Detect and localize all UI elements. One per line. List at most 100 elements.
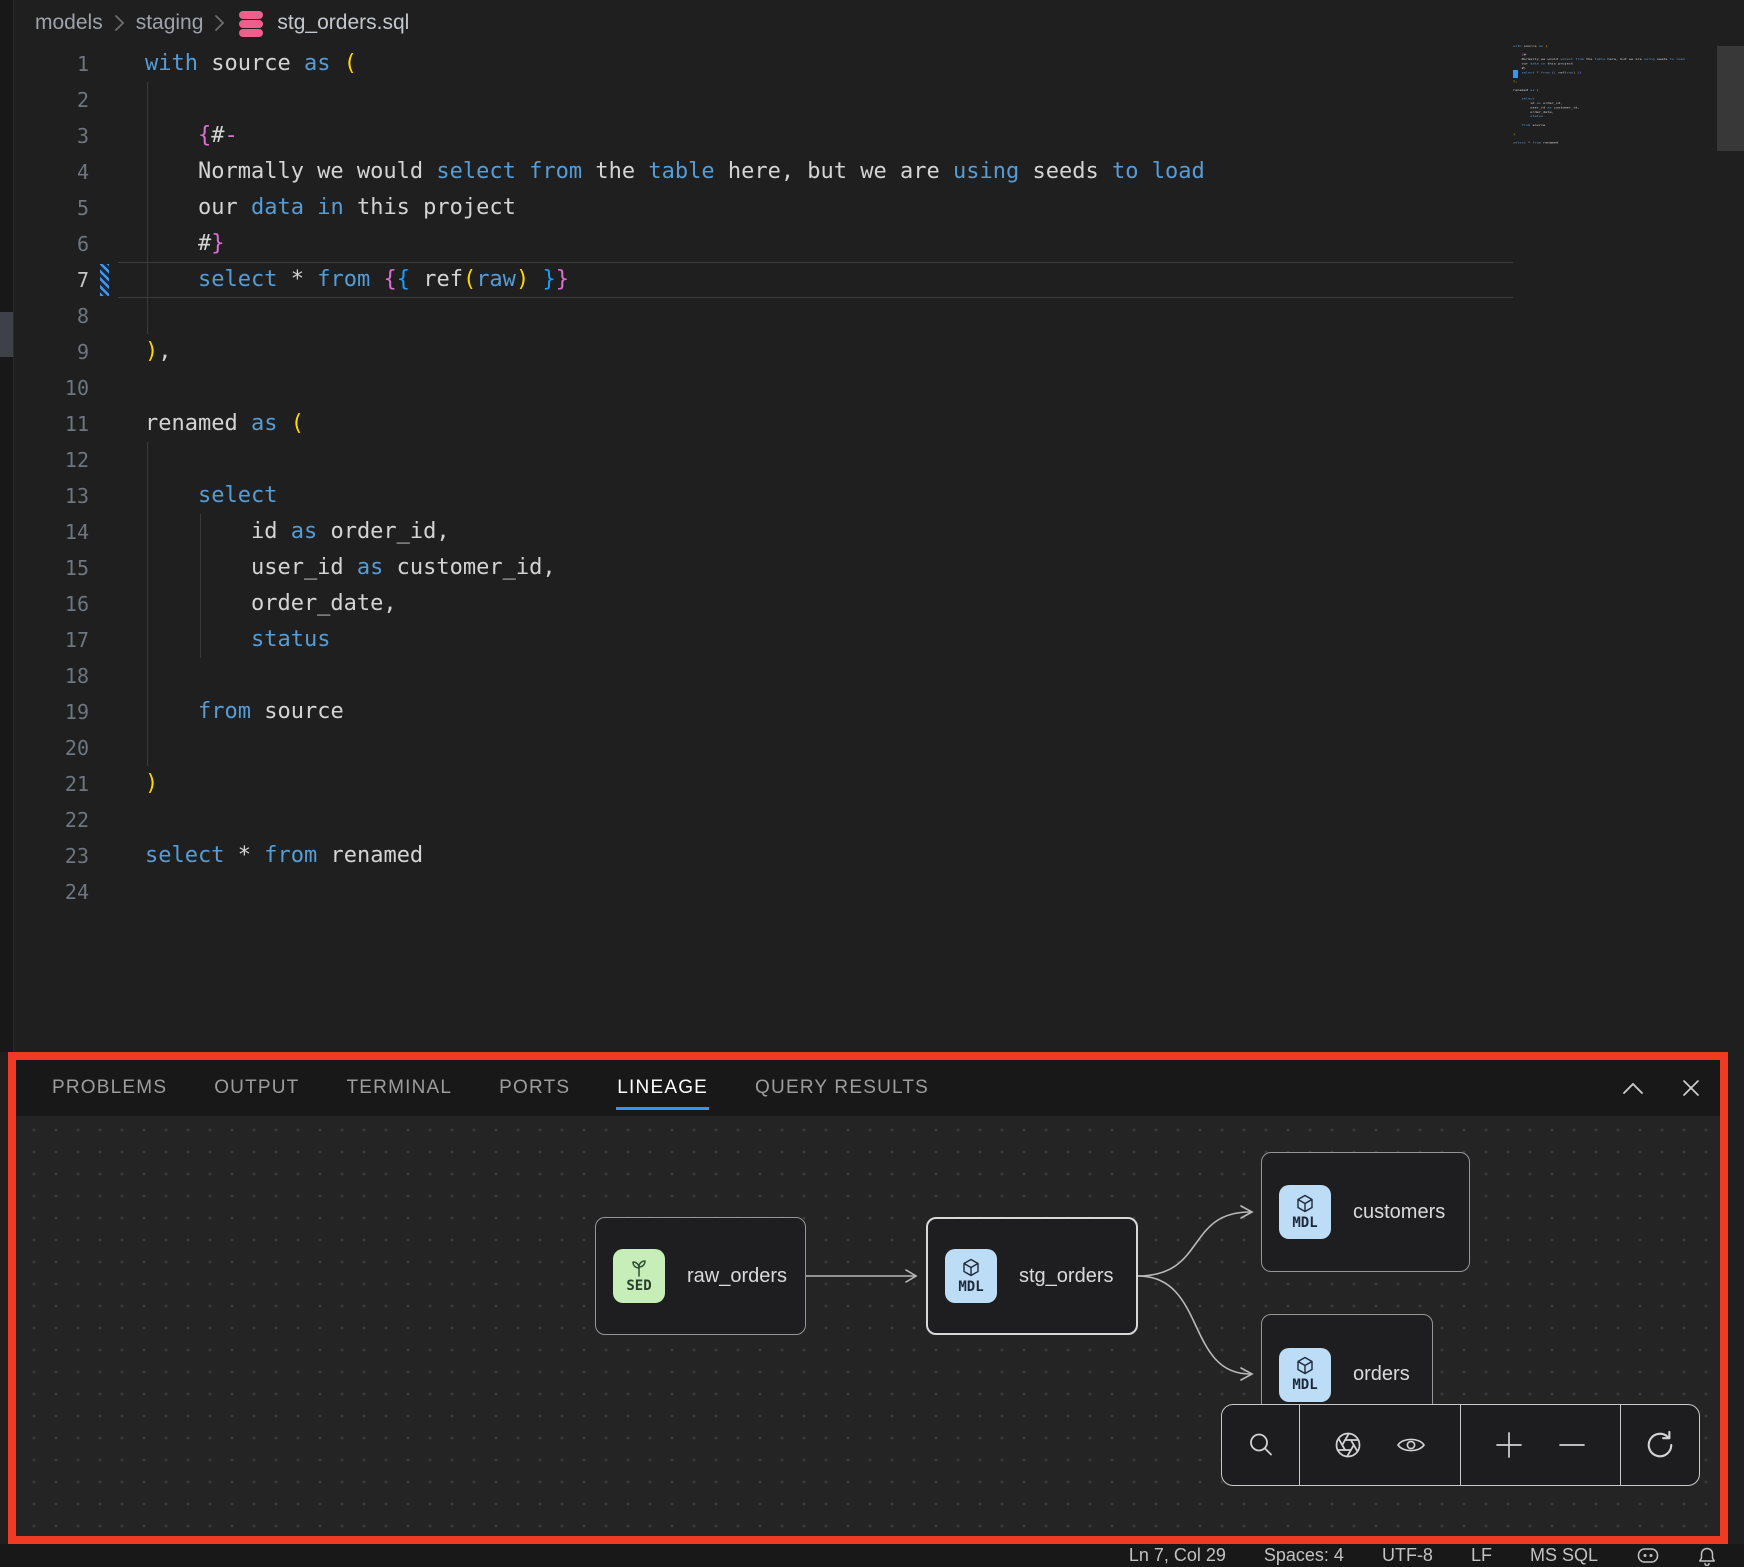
node-label: orders [1353,1363,1410,1386]
code-line[interactable]: 3 {#- [13,118,1744,154]
status-encoding[interactable]: UTF-8 [1382,1545,1433,1566]
modified-line-gutter-marker [100,264,109,296]
breadcrumb-item-file[interactable]: stg_orders.sql [277,11,409,35]
breadcrumb-item-staging[interactable]: staging [136,11,204,35]
lineage-toolbar [1221,1404,1700,1486]
database-file-icon [236,9,266,37]
code-line[interactable]: 4 Normally we would select from the tabl… [13,154,1744,190]
code-line[interactable]: 11renamed as ( [13,406,1744,442]
panel-tab-output[interactable]: OUTPUT [214,1060,299,1116]
model-badge: MDL [1279,1348,1331,1402]
line-number: 9 [13,334,89,370]
code-line[interactable]: 13 select [13,478,1744,514]
lineage-node-customers[interactable]: MDL customers [1261,1152,1470,1272]
toolbar-group [1222,1405,1300,1485]
lineage-node-raw-orders[interactable]: SED raw_orders [595,1217,806,1335]
zoom-out-icon[interactable] [1557,1430,1587,1460]
code-line[interactable]: 1with source as ( [13,46,1744,82]
code-text: ), [89,334,172,370]
status-eol[interactable]: LF [1471,1545,1492,1566]
code-line[interactable]: 9), [13,334,1744,370]
node-label: customers [1353,1201,1445,1224]
code-line[interactable]: 16 order_date, [13,586,1744,622]
panel-actions [1622,1079,1728,1097]
line-number: 14 [13,514,89,550]
maximize-panel-icon[interactable] [1622,1082,1644,1095]
code-line[interactable]: 20 [13,730,1744,766]
bell-icon[interactable] [1698,1546,1716,1566]
line-number: 22 [13,802,89,838]
toolbar-group [1461,1405,1621,1485]
code-line[interactable]: 23select * from renamed [13,838,1744,874]
line-number: 10 [13,370,89,406]
line-number: 21 [13,766,89,802]
code-line[interactable]: 14 id as order_id, [13,514,1744,550]
panel-tabs: PROBLEMS OUTPUT TERMINAL PORTS LINEAGE QUERY … [52,1060,929,1116]
code-line[interactable]: 17 status [13,622,1744,658]
refresh-icon[interactable] [1645,1430,1675,1460]
toolbar-group [1300,1405,1461,1485]
toolbar-group [1621,1405,1699,1485]
panel-tab-problems[interactable]: PROBLEMS [52,1060,167,1116]
status-language-mode[interactable]: MS SQL [1530,1545,1598,1566]
lineage-graph-canvas[interactable]: SED raw_orders MDL stg_orders [16,1116,1728,1536]
badge-label: SED [626,1278,651,1294]
status-cursor-position[interactable]: Ln 7, Col 29 [1129,1545,1226,1566]
node-label: raw_orders [687,1265,787,1288]
code-text: status [89,622,330,658]
code-line[interactable]: 5 our data in this project [13,190,1744,226]
code-text: with source as ( [89,46,357,82]
chevron-right-icon [114,14,125,32]
code-line[interactable]: 7 select * from {{ ref(raw) }} [13,262,1744,298]
code-line[interactable]: 18 [13,658,1744,694]
code-text: ) [89,766,158,802]
line-number: 13 [13,478,89,514]
chevron-right-icon [214,14,225,32]
line-number: 20 [13,730,89,766]
line-number: 6 [13,226,89,262]
copilot-icon[interactable] [1636,1546,1660,1565]
zoom-in-icon[interactable] [1494,1430,1524,1460]
activity-bar-handle[interactable] [0,312,13,357]
panel-tab-terminal[interactable]: TERMINAL [347,1060,453,1116]
search-icon[interactable] [1246,1430,1276,1460]
lineage-node-stg-orders[interactable]: MDL stg_orders [926,1217,1138,1335]
aperture-icon[interactable] [1333,1430,1363,1460]
cube-icon [1295,1356,1315,1376]
panel-tab-query-results[interactable]: QUERY RESULTS [755,1060,929,1116]
code-text: select * from {{ ref(raw) }} [89,262,569,298]
panel-tab-ports[interactable]: PORTS [499,1060,570,1116]
status-indentation[interactable]: Spaces: 4 [1264,1545,1344,1566]
line-number: 12 [13,442,89,478]
code-text [89,874,145,910]
code-text: select [89,478,277,514]
code-line[interactable]: 24 [13,874,1744,910]
panel-tab-lineage[interactable]: LINEAGE [617,1060,708,1116]
line-number: 2 [13,82,89,118]
code-text: renamed as ( [89,406,304,442]
line-number: 18 [13,658,89,694]
code-line[interactable]: 12 [13,442,1744,478]
code-line[interactable]: 15 user_id as customer_id, [13,550,1744,586]
code-line[interactable]: 21) [13,766,1744,802]
eye-icon[interactable] [1395,1433,1427,1457]
line-number: 7 [13,262,89,298]
close-panel-icon[interactable] [1682,1079,1700,1097]
line-number: 3 [13,118,89,154]
line-number: 5 [13,190,89,226]
code-text [89,370,145,406]
code-editor[interactable]: 1with source as (23 {#-4 Normally we wou… [13,46,1744,1052]
breadcrumb-item-models[interactable]: models [35,11,103,35]
code-lines[interactable]: 1with source as (23 {#-4 Normally we wou… [13,46,1744,910]
code-line[interactable]: 19 from source [13,694,1744,730]
code-line[interactable]: 10 [13,370,1744,406]
code-text: #} [89,226,224,262]
code-line[interactable]: 6 #} [13,226,1744,262]
sprout-icon [629,1259,649,1277]
code-text: our data in this project [89,190,516,226]
code-line[interactable]: 8 [13,298,1744,334]
code-line[interactable]: 22 [13,802,1744,838]
code-text: user_id as customer_id, [89,550,556,586]
code-line[interactable]: 2 [13,82,1744,118]
line-number: 16 [13,586,89,622]
